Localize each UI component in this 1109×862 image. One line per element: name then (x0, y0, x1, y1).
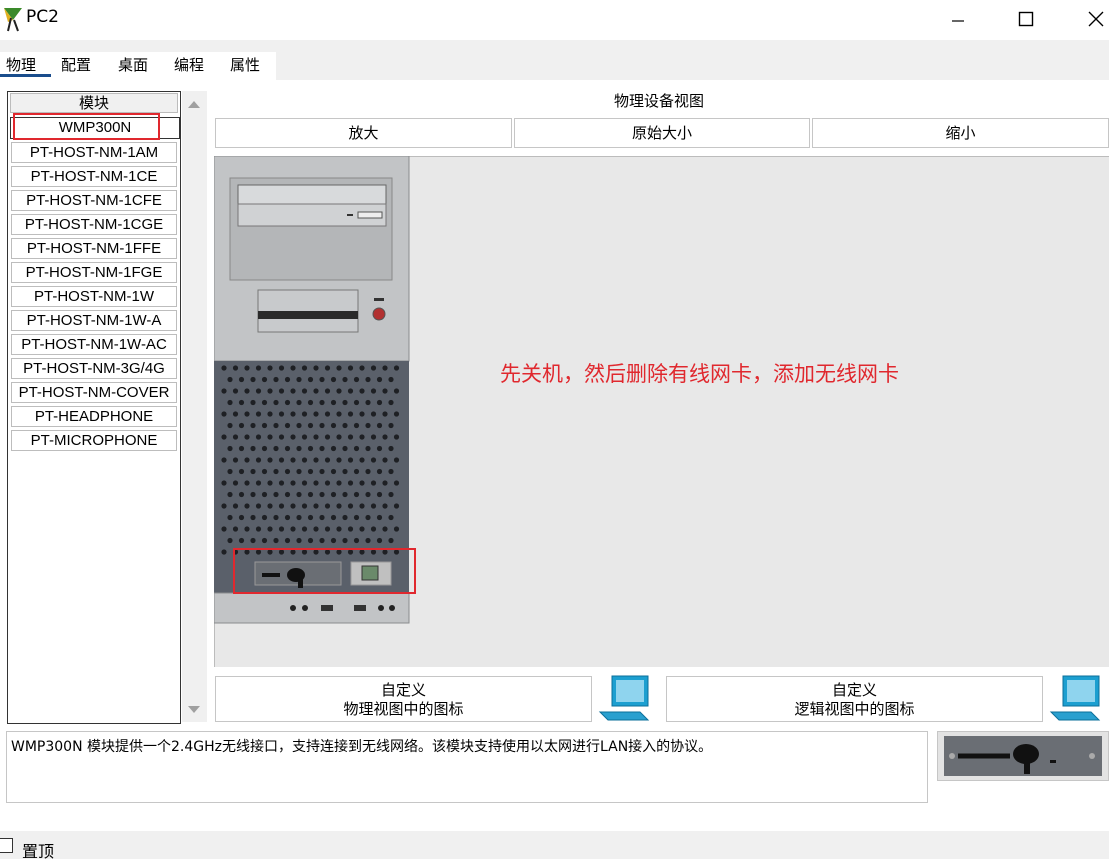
tab-desktop[interactable]: 桌面 (118, 54, 148, 75)
module-item[interactable]: PT-HEADPHONE (11, 406, 177, 427)
physical-view-title: 物理设备视图 (614, 92, 705, 110)
custom-physical-line1: 自定义 (380, 681, 426, 699)
annotation-text: 先关机，然后删除有线网卡，添加无线网卡 (500, 362, 899, 386)
module-list-header: 模块 (10, 93, 178, 113)
pin-on-top-label: 置顶 (22, 842, 55, 861)
module-item[interactable]: PT-HOST-NM-1W-AC (11, 334, 177, 355)
pc-monitor-icon[interactable] (1049, 674, 1109, 724)
maximize-icon (1018, 11, 1034, 27)
module-item[interactable]: PT-HOST-NM-1CGE (11, 214, 177, 235)
tab-config[interactable]: 配置 (61, 54, 91, 75)
scroll-down-arrow-icon[interactable] (187, 705, 201, 715)
module-item[interactable]: PT-HOST-NM-1FFE (11, 238, 177, 259)
close-icon (1088, 11, 1104, 27)
minimize-button[interactable] (928, 0, 988, 38)
module-description: WMP300N 模块提供一个2.4GHz无线接口，支持连接到无线网络。该模块支持… (11, 739, 713, 755)
maximize-button[interactable] (996, 0, 1056, 38)
module-item[interactable]: PT-HOST-NM-COVER (11, 382, 177, 403)
annotation-highlight-box (233, 548, 416, 594)
module-item[interactable]: PT-HOST-NM-1CE (11, 166, 177, 187)
original-size-button[interactable]: 原始大小 (514, 118, 810, 148)
module-item[interactable]: PT-HOST-NM-1W-A (11, 310, 177, 331)
window-title: PC2 (26, 7, 59, 27)
close-button[interactable] (1066, 0, 1109, 38)
active-tab-indicator (0, 74, 51, 77)
custom-logical-line2: 逻辑视图中的图标 (794, 700, 915, 718)
annotation-highlight-box (13, 113, 160, 140)
pin-on-top-checkbox[interactable] (0, 838, 13, 853)
module-item[interactable]: PT-HOST-NM-1AM (11, 142, 177, 163)
zoom-out-button[interactable]: 缩小 (812, 118, 1109, 148)
bottom-bar (0, 831, 1109, 859)
scroll-up-arrow-icon[interactable] (187, 99, 201, 109)
module-list-scrollbar[interactable] (182, 91, 207, 722)
custom-logical-line1: 自定义 (831, 681, 877, 699)
module-item[interactable]: PT-HOST-NM-1CFE (11, 190, 177, 211)
module-preview-image (937, 731, 1109, 781)
wmp300n-card-icon (944, 736, 1102, 776)
module-item[interactable]: PT-HOST-NM-1W (11, 286, 177, 307)
minimize-icon (952, 20, 964, 22)
module-item[interactable]: PT-MICROPHONE (11, 430, 177, 451)
tab-programming[interactable]: 编程 (174, 54, 204, 75)
custom-physical-line2: 物理视图中的图标 (343, 700, 464, 718)
custom-physical-icon-button[interactable]: 自定义 物理视图中的图标 (215, 676, 592, 722)
packet-tracer-app-icon (4, 8, 22, 32)
custom-logical-icon-button[interactable]: 自定义 逻辑视图中的图标 (666, 676, 1043, 722)
tab-physical[interactable]: 物理 (6, 54, 36, 75)
zoom-in-button[interactable]: 放大 (215, 118, 512, 148)
module-item[interactable]: PT-HOST-NM-1FGE (11, 262, 177, 283)
tab-attributes[interactable]: 属性 (230, 54, 260, 75)
module-item[interactable]: PT-HOST-NM-3G/4G (11, 358, 177, 379)
pc-monitor-icon[interactable] (598, 674, 658, 724)
